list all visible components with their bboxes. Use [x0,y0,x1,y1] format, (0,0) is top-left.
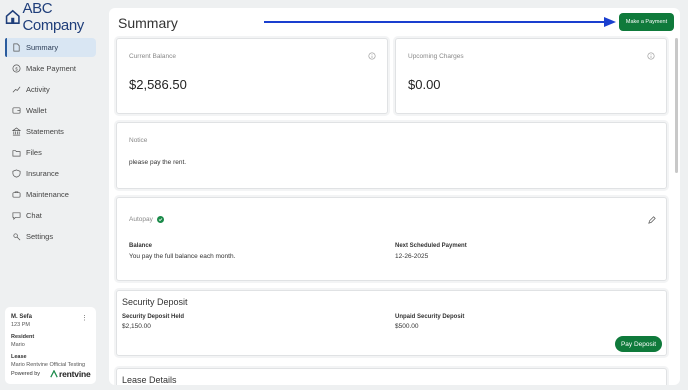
sidebar-item-label: Wallet [26,106,47,115]
sidebar-item-label: Make Payment [26,64,77,73]
sidebar-item-label: Chat [26,211,42,220]
user-time: 123 PM [11,322,30,328]
next-payment-date: 12-26-2025 [395,253,429,260]
upcoming-charges-value: $0.00 [408,77,441,92]
sidebar-nav: Summary $ Make Payment Activity Wallet S… [5,38,96,248]
sidebar-item-label: Summary [26,43,59,52]
autopay-label: Autopay [129,216,153,224]
folder-icon [12,148,21,157]
sidebar-item-files[interactable]: Files [5,143,96,162]
company-name: ABC Company [22,0,84,34]
lease-details-title: Lease Details [122,375,177,385]
sidebar-item-label: Maintenance [26,190,69,199]
current-balance-value: $2,586.50 [129,77,187,92]
role-value: Mario [11,342,25,348]
sidebar: ABC Company Summary $ Make Payment Activ… [0,0,104,390]
powered-by: Powered by rentvine [11,369,91,379]
make-payment-button[interactable]: Make a Payment [619,13,674,31]
settings-icon [12,232,21,241]
shield-icon [12,169,21,178]
sidebar-item-make-payment[interactable]: $ Make Payment [5,59,96,78]
main-content: Summary Make a Payment Current Balance $… [109,8,680,385]
notice-card: Notice please pay the rent. [116,122,667,189]
sidebar-item-label: Activity [26,85,50,94]
next-payment-label: Next Scheduled Payment [395,243,467,249]
check-circle-icon [156,216,164,223]
user-card: M. Sefa ⋮ 123 PM Resident Mario Lease Ma… [5,307,96,384]
lease-details-card: Lease Details [116,368,667,385]
toolbox-icon [12,190,21,199]
sidebar-item-chat[interactable]: Chat [5,206,96,225]
annotation-arrow-icon [264,17,616,27]
scrollbar[interactable] [675,38,678,173]
sidebar-item-settings[interactable]: Settings [5,227,96,246]
wallet-icon [12,106,21,115]
house-logo-icon [5,9,20,24]
autopay-balance-label: Balance [129,243,153,249]
deposit-held-label: Security Deposit Held [122,314,185,320]
sidebar-item-label: Settings [26,232,54,241]
upcoming-charges-label: Upcoming Charges [408,53,464,60]
document-icon [12,43,21,52]
upcoming-charges-card: Upcoming Charges $0.00 [395,38,667,114]
pay-deposit-button[interactable]: Pay Deposit [615,336,662,352]
sidebar-item-statements[interactable]: Statements [5,122,96,141]
notice-text: please pay the rent. [129,159,187,166]
powered-by-text: Powered by [11,371,41,377]
company-logo[interactable]: ABC Company [5,0,104,34]
sidebar-item-maintenance[interactable]: Maintenance [5,185,96,204]
notice-label: Notice [129,137,148,144]
current-balance-label: Current Balance [129,53,176,60]
svg-text:$: $ [15,66,18,71]
lease-label: Lease [11,354,27,360]
unpaid-deposit-value: $500.00 [395,323,419,330]
page-title: Summary [118,15,178,31]
sidebar-item-insurance[interactable]: Insurance [5,164,96,183]
rentvine-logo-icon [50,370,58,378]
autopay-card: Autopay Balance You pay the full balance… [116,197,667,281]
sidebar-item-label: Statements [26,127,64,136]
autopay-header: Autopay [129,216,164,223]
security-deposit-title: Security Deposit [122,297,188,307]
powered-brand: rentvine [59,369,91,379]
role-label: Resident [11,334,35,340]
autopay-balance-text: You pay the full balance each month. [129,253,236,260]
info-icon[interactable] [368,52,376,60]
deposit-held-value: $2,150.00 [122,323,151,330]
info-icon[interactable] [647,52,655,60]
more-options-icon[interactable]: ⋮ [81,314,88,322]
unpaid-deposit-label: Unpaid Security Deposit [395,314,465,320]
user-name: M. Sefa [11,314,33,320]
sidebar-item-label: Insurance [26,169,59,178]
trend-line-icon [12,85,21,94]
lease-value: Mario Rentvine Official Testing [11,362,86,368]
sidebar-item-activity[interactable]: Activity [5,80,96,99]
dollar-circle-icon: $ [12,64,21,73]
sidebar-item-summary[interactable]: Summary [5,38,96,57]
sidebar-item-label: Files [26,148,42,157]
sidebar-item-wallet[interactable]: Wallet [5,101,96,120]
chat-icon [12,211,21,220]
security-deposit-card: Security Deposit Security Deposit Held $… [116,290,667,356]
bank-icon [12,127,21,136]
edit-pencil-icon[interactable] [648,216,656,224]
current-balance-card: Current Balance $2,586.50 [116,38,388,114]
